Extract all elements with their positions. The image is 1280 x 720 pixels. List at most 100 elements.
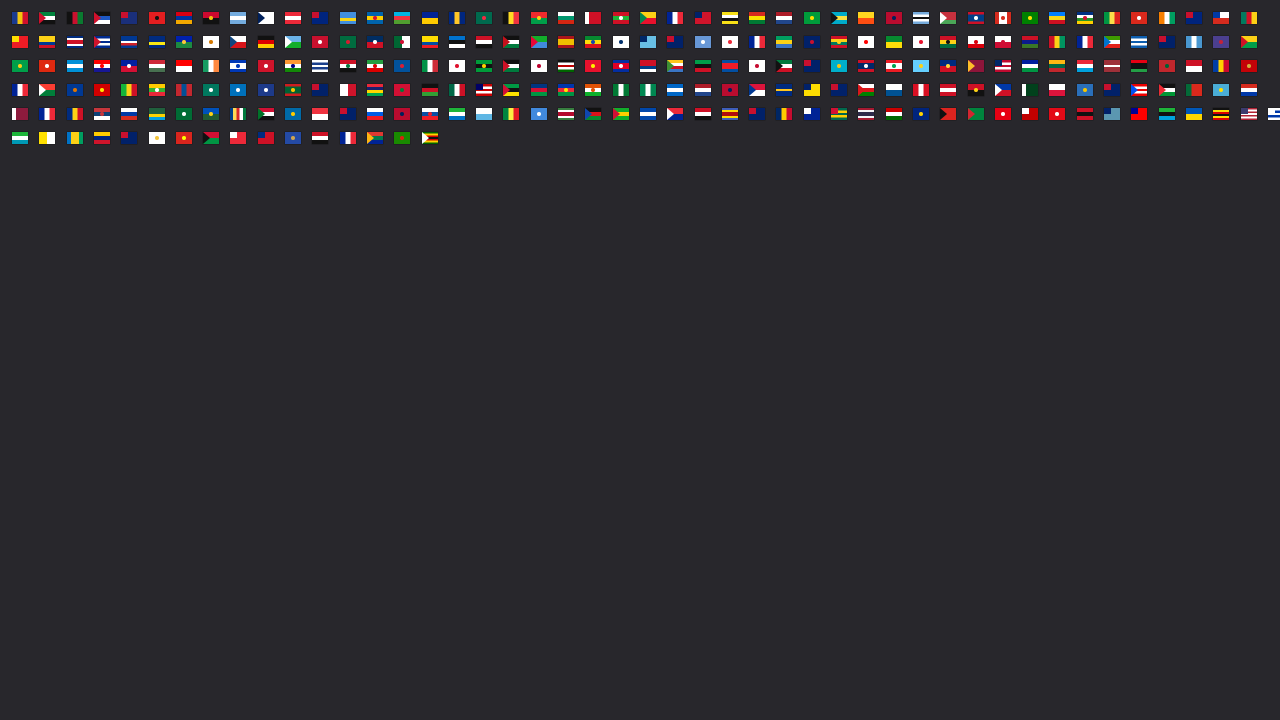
- flag-gw-icon[interactable]: [1241, 36, 1257, 48]
- flag-al-icon[interactable]: [149, 12, 165, 24]
- flag-gy-icon[interactable]: [12, 60, 28, 72]
- flag-et-icon[interactable]: [585, 36, 601, 48]
- flag-om-icon[interactable]: [858, 84, 874, 96]
- flag-tc-icon[interactable]: [749, 108, 765, 120]
- flag-jp-icon[interactable]: [531, 60, 547, 72]
- flag-mv-icon[interactable]: [394, 84, 410, 96]
- flag-mq-icon[interactable]: [258, 84, 274, 96]
- flag-gm-icon[interactable]: [1022, 36, 1038, 48]
- flag-lr-icon[interactable]: [995, 60, 1011, 72]
- flag-er-icon[interactable]: [531, 36, 547, 48]
- flag-as-icon[interactable]: [258, 12, 274, 24]
- flag-ng-icon[interactable]: [640, 84, 656, 96]
- flag-tr-icon[interactable]: [1049, 108, 1065, 120]
- flag-ec-icon[interactable]: [422, 36, 438, 48]
- flag-lb-icon[interactable]: [886, 60, 902, 72]
- flag-to-icon[interactable]: [1022, 108, 1038, 120]
- flag-so-icon[interactable]: [531, 108, 547, 120]
- flag-ca-icon[interactable]: [995, 12, 1011, 24]
- flag-ao-icon[interactable]: [203, 12, 219, 24]
- flag-ee-icon[interactable]: [449, 36, 465, 48]
- flag-jm-icon[interactable]: [476, 60, 492, 72]
- flag-nf-icon[interactable]: [613, 84, 629, 96]
- flag-by-icon[interactable]: [940, 12, 956, 24]
- flag-je-icon[interactable]: [449, 60, 465, 72]
- flag-ve-icon[interactable]: [94, 132, 110, 144]
- flag-no-icon[interactable]: [722, 84, 738, 96]
- flag-mn-icon[interactable]: [176, 84, 192, 96]
- flag-ck-icon[interactable]: [1186, 12, 1202, 24]
- flag-qa-icon[interactable]: [12, 108, 28, 120]
- flag-bz-icon[interactable]: [968, 12, 984, 24]
- flag-tt-icon[interactable]: [1077, 108, 1093, 120]
- flag-yt-icon[interactable]: [340, 132, 356, 144]
- flag-kw-icon[interactable]: [776, 60, 792, 72]
- flag-dk-icon[interactable]: [312, 36, 328, 48]
- flag-sz-icon[interactable]: [722, 108, 738, 120]
- flag-bh-icon[interactable]: [585, 12, 601, 24]
- flag-ag-icon[interactable]: [94, 12, 110, 24]
- flag-zm-icon[interactable]: [394, 132, 410, 144]
- flag-gu-icon[interactable]: [1213, 36, 1229, 48]
- flag-tv-icon[interactable]: [1104, 108, 1120, 120]
- flag-bl-icon[interactable]: [667, 12, 683, 24]
- flag-at-icon[interactable]: [285, 12, 301, 24]
- flag-gh-icon[interactable]: [940, 36, 956, 48]
- flag-io-icon[interactable]: [312, 60, 328, 72]
- flag-lv-icon[interactable]: [1104, 60, 1120, 72]
- flag-mg-icon[interactable]: [39, 84, 55, 96]
- flag-za-icon[interactable]: [367, 132, 383, 144]
- flag-sb-icon[interactable]: [203, 108, 219, 120]
- flag-sn-icon[interactable]: [503, 108, 519, 120]
- flag-eh-icon[interactable]: [503, 36, 519, 48]
- flag-cy-icon[interactable]: [203, 36, 219, 48]
- flag-re-icon[interactable]: [39, 108, 55, 120]
- flag-nl-icon[interactable]: [695, 84, 711, 96]
- flag-us-icon[interactable]: [1241, 108, 1257, 120]
- flag-na-icon[interactable]: [531, 84, 547, 96]
- flag-pt-icon[interactable]: [1186, 84, 1202, 96]
- flag-pl-icon[interactable]: [1049, 84, 1065, 96]
- flag-ga-icon[interactable]: [776, 36, 792, 48]
- flag-sk-icon[interactable]: [422, 108, 438, 120]
- flag-ws-icon[interactable]: [258, 132, 274, 144]
- flag-zw-icon[interactable]: [422, 132, 438, 144]
- flag-mk-icon[interactable]: [94, 84, 110, 96]
- flag-lu-icon[interactable]: [1077, 60, 1093, 72]
- flag-sc-icon[interactable]: [230, 108, 246, 120]
- flag-vg-icon[interactable]: [121, 132, 137, 144]
- flag-mz-icon[interactable]: [503, 84, 519, 96]
- flag-pg-icon[interactable]: [968, 84, 984, 96]
- flag-xk-icon[interactable]: [285, 132, 301, 144]
- flag-ht-icon[interactable]: [121, 60, 137, 72]
- flag-be-icon[interactable]: [503, 12, 519, 24]
- flag-mc-icon[interactable]: [1186, 60, 1202, 72]
- flag-cl-icon[interactable]: [1213, 12, 1229, 24]
- flag-mr-icon[interactable]: [285, 84, 301, 96]
- flag-ls-icon[interactable]: [1022, 60, 1038, 72]
- flag-tm-icon[interactable]: [968, 108, 984, 120]
- flag-lt-icon[interactable]: [1049, 60, 1065, 72]
- flag-mm-icon[interactable]: [149, 84, 165, 96]
- flag-bm-icon[interactable]: [695, 12, 711, 24]
- flag-kg-icon[interactable]: [585, 60, 601, 72]
- flag-ly-icon[interactable]: [1131, 60, 1147, 72]
- flag-bo-icon[interactable]: [749, 12, 765, 24]
- flag-pa-icon[interactable]: [886, 84, 902, 96]
- flag-cf-icon[interactable]: [1077, 12, 1093, 24]
- flag-ps-icon[interactable]: [1159, 84, 1175, 96]
- flag-ni-icon[interactable]: [667, 84, 683, 96]
- flag-mt-icon[interactable]: [340, 84, 356, 96]
- flag-bv-icon[interactable]: [886, 12, 902, 24]
- flag-tl-icon[interactable]: [940, 108, 956, 120]
- flag-ar-icon[interactable]: [230, 12, 246, 24]
- flag-va-icon[interactable]: [39, 132, 55, 144]
- flag-fm-icon[interactable]: [695, 36, 711, 48]
- flag-gg-icon[interactable]: [913, 36, 929, 48]
- flag-dz-icon[interactable]: [394, 36, 410, 48]
- flag-cm-icon[interactable]: [1241, 12, 1257, 24]
- flag-vn-icon[interactable]: [176, 132, 192, 144]
- flag-hm-icon[interactable]: [67, 60, 83, 72]
- flag-gt-icon[interactable]: [1186, 36, 1202, 48]
- flag-mx-icon[interactable]: [449, 84, 465, 96]
